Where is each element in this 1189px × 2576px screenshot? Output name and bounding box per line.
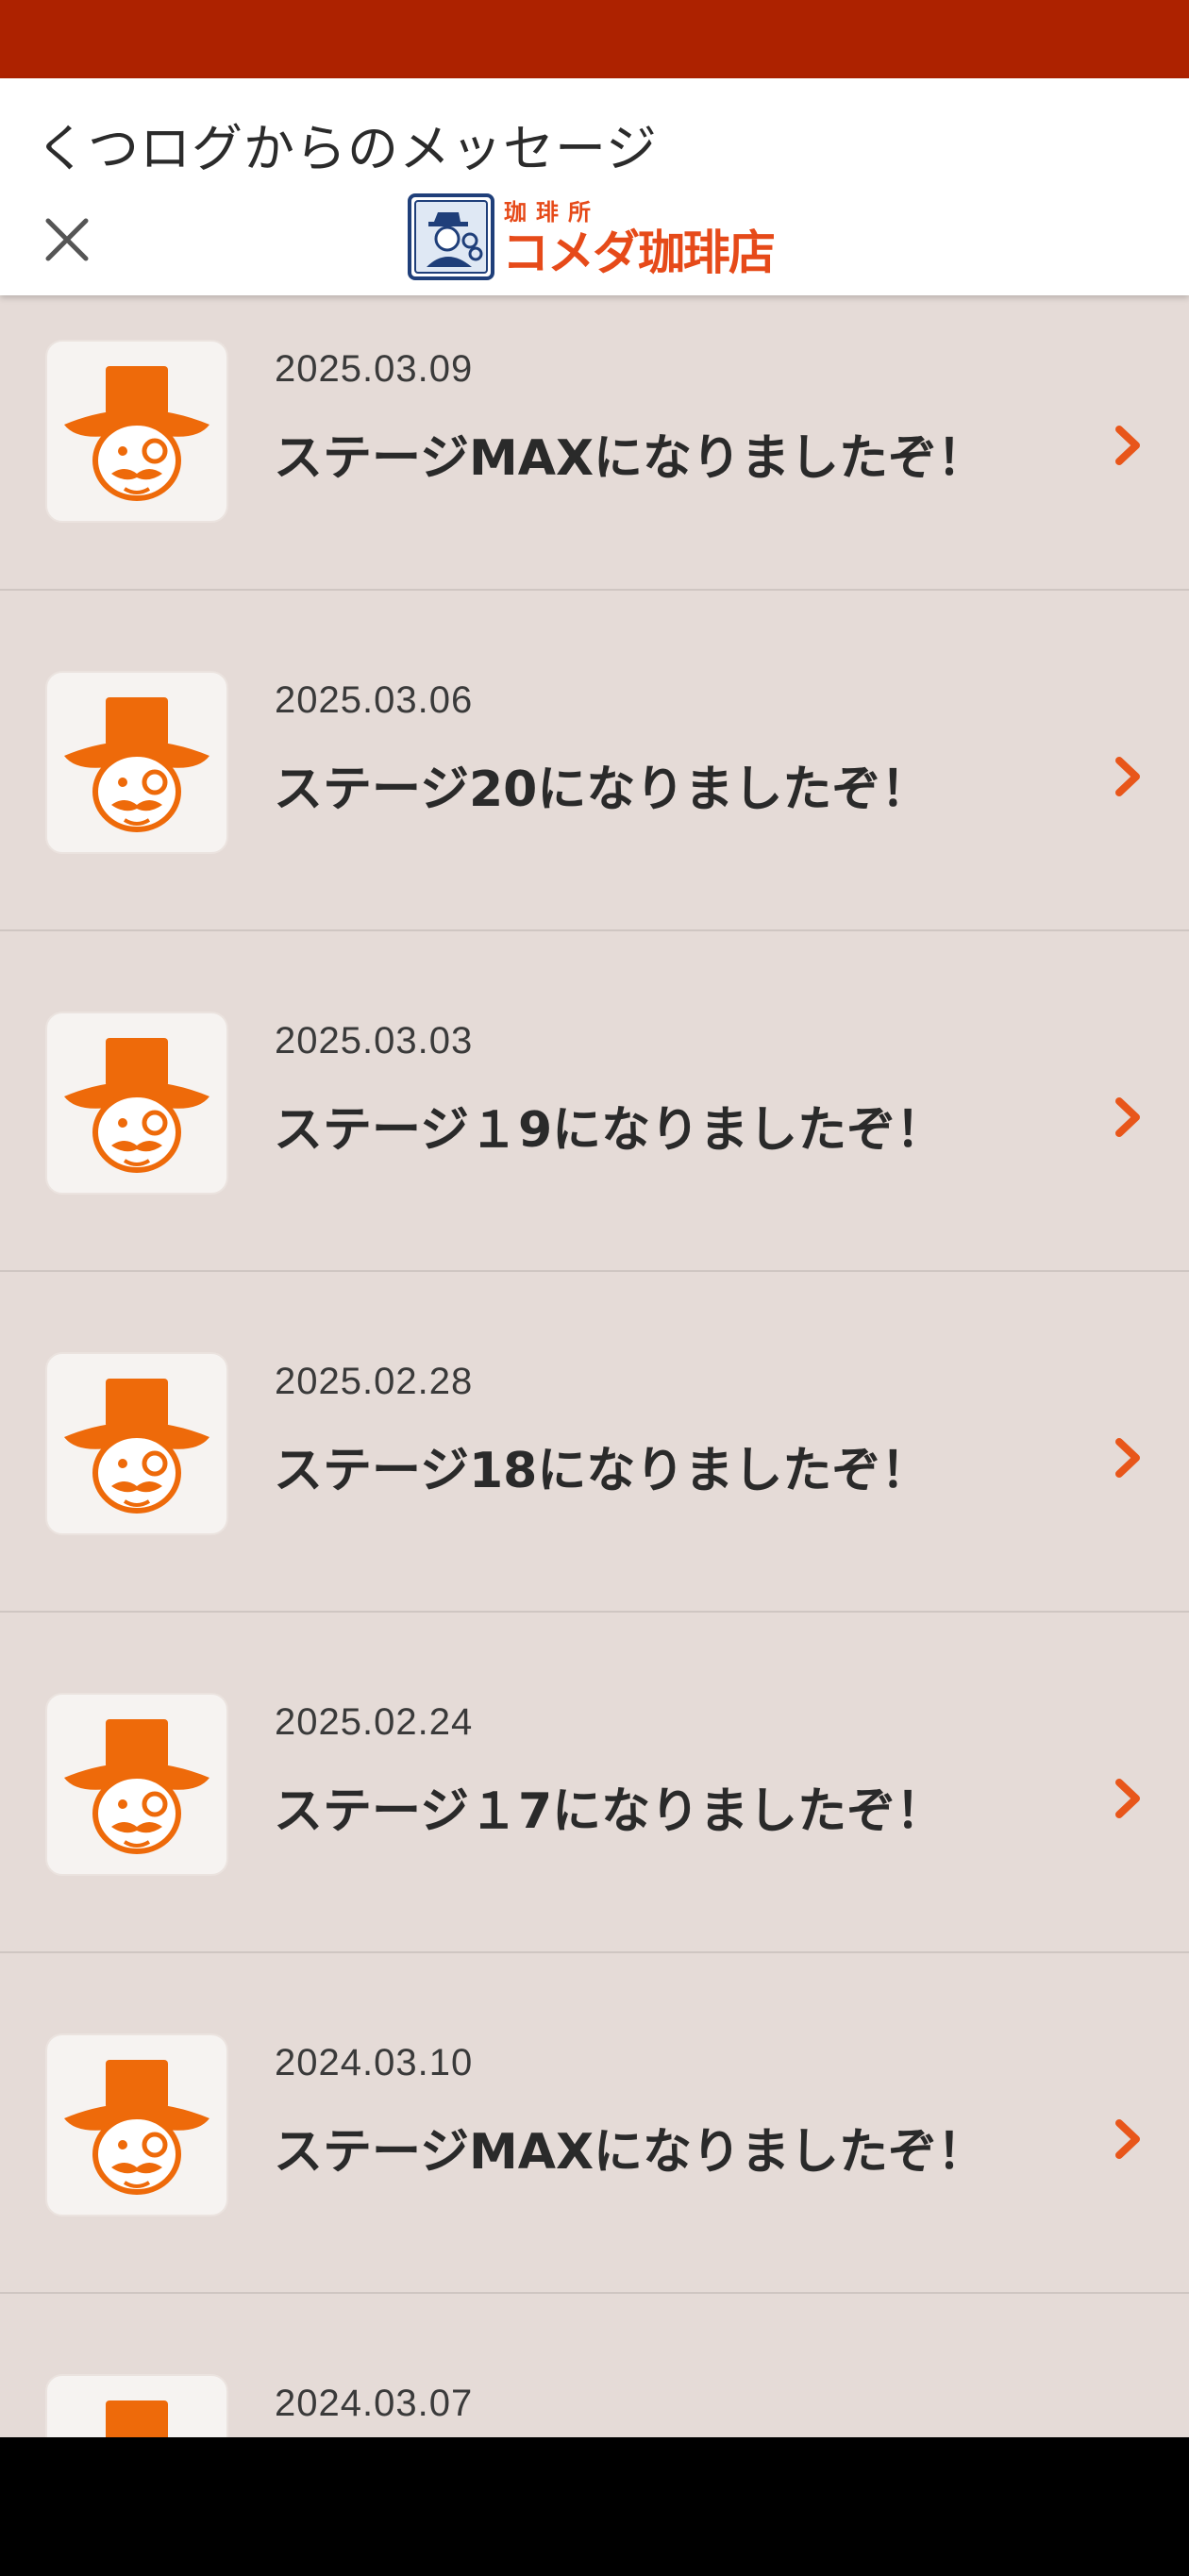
message-text: ステージMAXになりましたぞ！ bbox=[274, 430, 987, 487]
chevron-right-icon bbox=[1115, 1097, 1140, 1137]
screen: くつログからのメッセージ 珈琲所 コメダ珈琲店 2025.03.09 ステージM… bbox=[0, 0, 1189, 2576]
message-list-item[interactable]: 2024.03.07 bbox=[0, 2294, 1189, 2437]
message-date: 2025.02.24 bbox=[275, 1701, 474, 1743]
message-text: ステージMAXになりましたぞ！ bbox=[274, 2124, 987, 2181]
close-icon bbox=[45, 218, 89, 261]
open-message-button[interactable] bbox=[1110, 2116, 1147, 2163]
message-list-item[interactable]: 2025.03.09 ステージMAXになりましたぞ！ bbox=[0, 295, 1189, 591]
message-list-item[interactable]: 2025.02.24 ステージ１7になりましたぞ！ bbox=[0, 1613, 1189, 1953]
message-date: 2024.03.07 bbox=[275, 2383, 474, 2424]
mascot-icon bbox=[106, 2400, 168, 2437]
message-date: 2025.03.06 bbox=[275, 679, 474, 721]
open-message-button[interactable] bbox=[1110, 753, 1147, 800]
message-list-item[interactable]: 2025.02.28 ステージ18になりましたぞ！ bbox=[0, 1272, 1189, 1613]
message-date: 2025.02.28 bbox=[275, 1361, 474, 1402]
logo-small-text: 珈琲所 bbox=[504, 199, 600, 226]
message-text: ステージ20になりましたぞ！ bbox=[274, 761, 930, 818]
open-message-button[interactable] bbox=[1110, 1775, 1147, 1822]
chevron-right-icon bbox=[1115, 757, 1140, 796]
avatar bbox=[45, 671, 228, 854]
message-text: ステージ１7になりましたぞ！ bbox=[274, 1783, 946, 1840]
message-list: 2025.03.09 ステージMAXになりましたぞ！ 2025.03.06 ステージ2… bbox=[0, 295, 1189, 2437]
avatar bbox=[45, 2374, 228, 2437]
mascot-icon bbox=[64, 697, 209, 832]
open-message-button[interactable] bbox=[1110, 422, 1147, 469]
message-date: 2024.03.10 bbox=[275, 2042, 474, 2083]
logo-main-text: コメダ珈琲店 bbox=[502, 226, 774, 280]
page-title: くつログからのメッセージ bbox=[36, 119, 658, 178]
message-date: 2025.03.09 bbox=[275, 348, 474, 390]
message-list-item[interactable]: 2024.03.10 ステージMAXになりましたぞ！ bbox=[0, 1953, 1189, 2294]
system-navigation-bar bbox=[0, 2437, 1189, 2576]
chevron-right-icon bbox=[1115, 426, 1140, 465]
message-text: ステージ18になりましたぞ！ bbox=[274, 1443, 930, 1499]
mascot-icon bbox=[64, 1038, 209, 1173]
avatar bbox=[45, 1352, 228, 1535]
mascot-icon bbox=[64, 366, 209, 501]
message-list-item[interactable]: 2025.03.03 ステージ１9になりましたぞ！ bbox=[0, 931, 1189, 1272]
komeda-logo: 珈琲所 コメダ珈琲店 bbox=[406, 192, 783, 282]
open-message-button[interactable] bbox=[1110, 1094, 1147, 1141]
open-message-button[interactable] bbox=[1110, 1434, 1147, 1481]
mascot-icon bbox=[64, 1379, 209, 1514]
close-button[interactable] bbox=[34, 207, 100, 273]
chevron-right-icon bbox=[1115, 1779, 1140, 1818]
chevron-right-icon bbox=[1115, 1438, 1140, 1478]
avatar bbox=[45, 1012, 228, 1195]
mascot-icon bbox=[64, 2060, 209, 2195]
message-text: ステージ１9になりましたぞ！ bbox=[274, 1102, 946, 1159]
status-bar bbox=[0, 0, 1189, 78]
avatar bbox=[45, 1693, 228, 1876]
chevron-right-icon bbox=[1115, 2119, 1140, 2159]
avatar bbox=[45, 2033, 228, 2216]
message-list-item[interactable]: 2025.03.06 ステージ20になりましたぞ！ bbox=[0, 591, 1189, 931]
avatar bbox=[45, 340, 228, 523]
message-date: 2025.03.03 bbox=[275, 1020, 474, 1062]
header: くつログからのメッセージ 珈琲所 コメダ珈琲店 bbox=[0, 78, 1189, 295]
mascot-icon bbox=[64, 1719, 209, 1854]
